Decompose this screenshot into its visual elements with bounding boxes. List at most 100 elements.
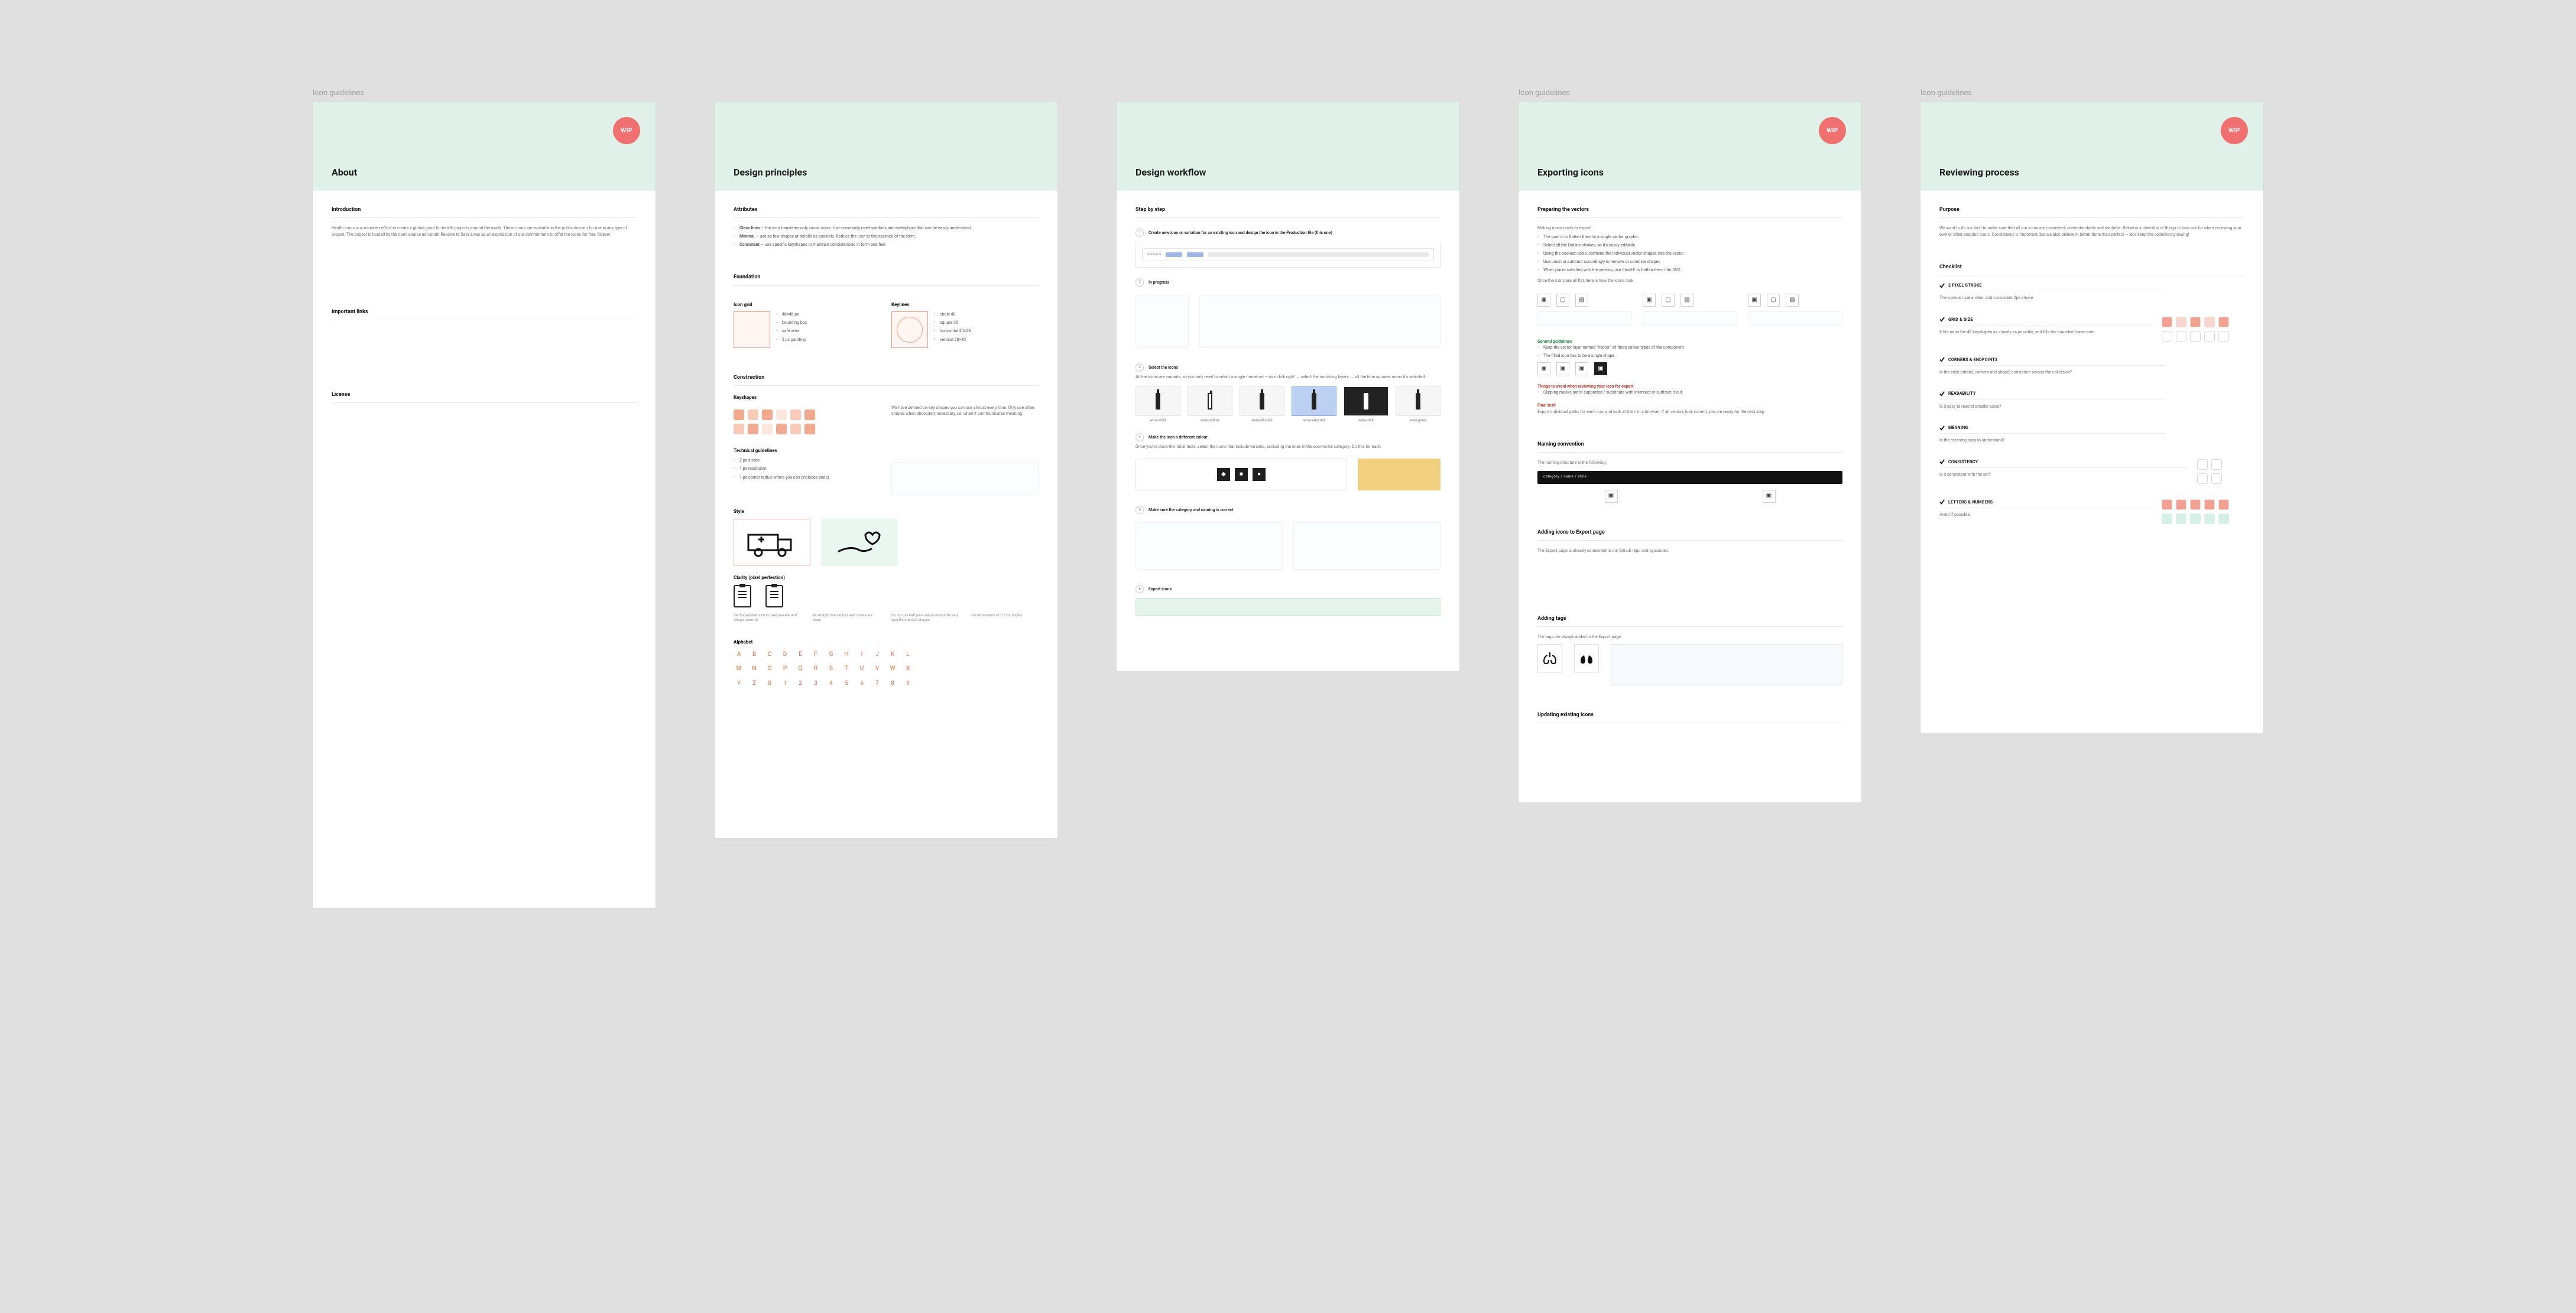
list-item: safe area bbox=[776, 328, 807, 334]
clarity-note: Do not use half pixel values except for … bbox=[891, 613, 960, 623]
list-item: vertical 28×40 bbox=[934, 337, 971, 343]
ambulance-icon bbox=[745, 528, 799, 557]
section-heading: Introduction bbox=[332, 206, 637, 218]
frame-principles[interactable]: Design principles Attributes Clean lines… bbox=[715, 102, 1057, 838]
list-item: square 36 bbox=[934, 320, 971, 326]
section-introduction: Introduction Health icons is a volunteer… bbox=[332, 206, 637, 238]
frame-header: WIP About bbox=[313, 102, 656, 191]
section-heading: Attributes bbox=[734, 206, 1039, 218]
addexport-desc: The Export page is already connected to … bbox=[1537, 548, 1842, 554]
check-icon bbox=[1939, 317, 1945, 322]
check-icon bbox=[1939, 425, 1945, 431]
page-title: Design workflow bbox=[1135, 167, 1441, 178]
step-title: Make sure the category and naming is cor… bbox=[1149, 508, 1234, 512]
keyshapes-label: Keyshapes bbox=[734, 394, 1039, 401]
keyshapes-grid bbox=[734, 410, 881, 434]
list-item: The filled icon has to be a single shape bbox=[1537, 353, 1842, 359]
check-icon bbox=[1939, 357, 1945, 362]
step-title: Make the icon a different colour bbox=[1149, 435, 1208, 440]
alphabet-label: Alphabet bbox=[734, 639, 1039, 646]
list-item: 48×48 px bbox=[776, 311, 807, 317]
naming-desc: The naming structure is the following: bbox=[1537, 460, 1842, 466]
page-title: Design principles bbox=[734, 167, 1039, 178]
step-number-icon: 4 bbox=[1135, 433, 1144, 441]
section-heading: Preparing the vectors bbox=[1537, 206, 1842, 218]
step-2: 2 In progress bbox=[1135, 278, 1441, 353]
color-swatch-illustration bbox=[1358, 459, 1441, 490]
step-title: Export icons bbox=[1149, 587, 1172, 592]
keyshapes-desc: We have defined six key shapes you can u… bbox=[891, 405, 1039, 417]
list-item: Clean lines — the icon translates only v… bbox=[734, 225, 1039, 231]
keylines-illustration bbox=[891, 311, 928, 348]
technical-label: Technical guidelines bbox=[734, 447, 1039, 454]
step-desc: All the icons are variants, so you only … bbox=[1135, 374, 1441, 381]
section-purpose: Purpose We want to do our best to make s… bbox=[1939, 206, 2244, 238]
naming-example-strip: category / name / style bbox=[1537, 471, 1842, 484]
check-icon bbox=[1939, 283, 1945, 288]
clarity-note: Set the window size to pixel preview and… bbox=[734, 613, 802, 623]
list-item: Keep the vector layer named "Vector" all… bbox=[1537, 344, 1842, 350]
section-preparing: Preparing the vectors Making icons ready… bbox=[1537, 206, 1842, 415]
section-addexport: Adding icons to Export page The Export p… bbox=[1537, 529, 1842, 590]
section-heading: Important links bbox=[332, 308, 637, 320]
tags-desc: The tags are always added in the Export … bbox=[1537, 634, 1842, 641]
section-attributes: Attributes Clean lines — the icon transl… bbox=[734, 206, 1039, 248]
wip-badge: WIP bbox=[613, 117, 640, 144]
step-1: 1 Create new icon or variation for an ex… bbox=[1135, 229, 1441, 268]
frame-label-empty bbox=[1117, 89, 1459, 98]
check-icon bbox=[1939, 499, 1945, 505]
check-icon bbox=[1939, 459, 1945, 464]
toolbar-illustration: resource bbox=[1135, 242, 1441, 268]
frame-header: Design workflow bbox=[1117, 102, 1459, 191]
icon-variant-tiles: wine-solid wine-outline wine-alt-solid w… bbox=[1135, 386, 1441, 423]
list-item: Select all the Outline strokes, so it's … bbox=[1537, 242, 1842, 248]
checklist-item: MEANING Is the meaning easy to understan… bbox=[1939, 425, 2244, 444]
list-item: The goal is to flatten them to a single … bbox=[1537, 234, 1842, 240]
good-heading: General guidelines bbox=[1537, 339, 1842, 344]
step-title: Create new icon or variation for an exis… bbox=[1149, 230, 1332, 235]
step-number-icon: 3 bbox=[1135, 363, 1144, 372]
page-title: About bbox=[332, 167, 637, 178]
section-heading: Adding tags bbox=[1537, 615, 1842, 627]
step-3: 3 Select the icons All the icons are var… bbox=[1135, 363, 1441, 422]
clipboard-icon bbox=[765, 585, 783, 607]
frame-reviewing[interactable]: WIP Reviewing process Purpose We want to… bbox=[1920, 102, 2263, 733]
section-construction: Construction Keyshapes We have defined s… bbox=[734, 374, 1039, 688]
tags-illustration bbox=[1537, 644, 1842, 685]
list-item: Use union or subtract accordingly to rem… bbox=[1537, 259, 1842, 265]
section-heading: Construction bbox=[734, 374, 1039, 386]
checklist-item: GRID & SIZE It fits on to the 48 keyshap… bbox=[1939, 317, 2244, 342]
section-heading: License bbox=[332, 391, 637, 403]
list-item: Minimal — use as few shapes or details a… bbox=[734, 233, 1039, 239]
step-number-icon: 1 bbox=[1135, 229, 1144, 237]
frame-workflow[interactable]: Design workflow Step by step 1 Create ne… bbox=[1117, 102, 1459, 671]
list-item: 1 px resolution bbox=[734, 466, 881, 472]
frame-exporting[interactable]: WIP Exporting icons Preparing the vector… bbox=[1519, 102, 1861, 802]
checklist-item: LETTERS & NUMBERS Avoid if possible. bbox=[1939, 499, 2244, 524]
checklist-item: CONSISTENCY Is it consistent with the se… bbox=[1939, 459, 2244, 484]
frame-label: Icon guidelines bbox=[1920, 89, 2263, 98]
section-steps: Step by step 1 Create new icon or variat… bbox=[1135, 206, 1441, 616]
frame-body: Attributes Clean lines — the icon transl… bbox=[715, 191, 1057, 838]
list-item: Consistent — use specific keyshapes to m… bbox=[734, 242, 1039, 248]
step-desc: Once you've done the initial tests, sele… bbox=[1135, 444, 1441, 450]
check-icon bbox=[1939, 391, 1945, 396]
design-canvas: Icon guidelines WIP About Introduction H… bbox=[0, 0, 2576, 1313]
step-5: 5 Make sure the category and naming is c… bbox=[1135, 506, 1441, 574]
alphabet-grid: ABCDEFGHIJKL MNOPQRSTUVWX YZ0123456789 bbox=[734, 651, 1039, 688]
frame-about-wrap: Icon guidelines WIP About Introduction H… bbox=[313, 89, 656, 908]
list-item: bounding box bbox=[776, 320, 807, 326]
frame-header: Design principles bbox=[715, 102, 1057, 191]
clarity-note: All straight line vectors and curves are… bbox=[813, 613, 881, 623]
frame-exporting-wrap: Icon guidelines WIP Exporting icons Prep… bbox=[1519, 89, 1861, 802]
intro-paragraph: Health icons is a volunteer effort to cr… bbox=[332, 225, 637, 238]
export-note bbox=[1135, 598, 1441, 616]
page-title: Exporting icons bbox=[1537, 167, 1842, 178]
frame-about[interactable]: WIP About Introduction Health icons is a… bbox=[313, 102, 656, 908]
keylines-label: Keylines bbox=[891, 301, 1039, 308]
list-item: 2 px stroke bbox=[734, 457, 881, 463]
step-title: Select the icons bbox=[1149, 365, 1178, 370]
section-checklist: Checklist 2 PIXEL STROKE The icons all u… bbox=[1939, 264, 2244, 524]
section-heading: Adding icons to Export page bbox=[1537, 529, 1842, 541]
wip-badge: WIP bbox=[2221, 117, 2248, 144]
